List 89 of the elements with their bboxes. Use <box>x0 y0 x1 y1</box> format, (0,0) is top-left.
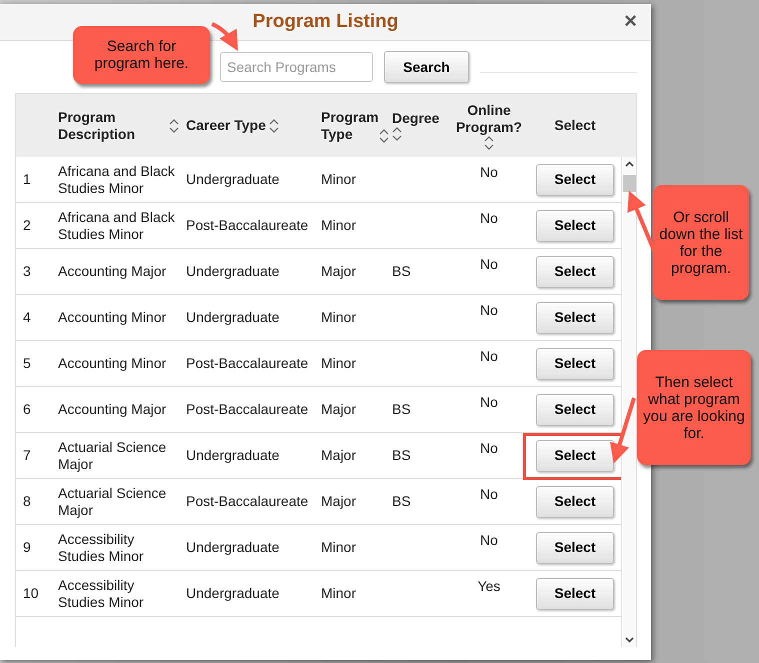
table-cell-text: 5 <box>22 355 32 372</box>
table-cell-text: Minor <box>320 309 358 326</box>
table-cell-text: No <box>479 164 499 181</box>
select-button[interactable]: Select <box>536 532 614 564</box>
column-header[interactable]: Program Description <box>58 108 166 142</box>
select-button[interactable]: Select <box>536 210 614 242</box>
table-cell-text: Major <box>320 263 358 280</box>
table-cell-text: 3 <box>22 263 32 280</box>
table-cell-text: Minor <box>320 585 358 602</box>
select-button[interactable]: Select <box>536 440 614 472</box>
sort-icon[interactable] <box>169 118 179 132</box>
table-cell-text: Minor <box>320 217 358 234</box>
table-cell-text: Undergraduate <box>185 309 280 326</box>
table-cell-text: Undergraduate <box>185 539 280 556</box>
table-cell-text: Post-Baccalaureate <box>185 217 310 234</box>
table-cell-text: 8 <box>22 493 32 510</box>
scroll-down-icon[interactable] <box>625 637 634 643</box>
table-cell-text: Undergraduate <box>185 447 280 464</box>
table-cell-text: 1 <box>22 171 32 188</box>
table-cell-text: Minor <box>320 539 358 556</box>
search-button[interactable]: Search <box>384 51 469 83</box>
table-cell-text: Africana and Black Studies Minor <box>57 208 176 242</box>
close-button[interactable]: × <box>624 10 637 32</box>
table-cell-text: Africana and Black Studies Minor <box>57 162 176 196</box>
table-cell-text: Accounting Minor <box>57 309 168 326</box>
table-cell-text: Minor <box>320 171 358 188</box>
select-button[interactable]: Select <box>536 164 614 196</box>
table-cell-text: Minor <box>320 355 358 372</box>
table-cell-text: BS <box>391 401 412 418</box>
table-cell-text: No <box>479 532 499 549</box>
table-cell-text: BS <box>391 447 412 464</box>
table-cell-text: Post-Baccalaureate <box>185 355 310 372</box>
sort-icon[interactable] <box>392 127 402 141</box>
table-cell-text: Major <box>320 493 358 510</box>
table-cell-text: Post-Baccalaureate <box>185 401 310 418</box>
column-header[interactable]: Career Type <box>186 117 266 134</box>
callout-note: Search for program here. <box>73 26 210 84</box>
table-cell-text: Accounting Major <box>57 401 168 418</box>
table-cell-text: Post-Baccalaureate <box>185 493 310 510</box>
table-cell-text: 7 <box>22 447 32 464</box>
annotation-arrow <box>211 22 238 51</box>
table-cell-text: No <box>479 302 499 319</box>
table-cell-text: Actuarial Science Major <box>57 438 168 472</box>
table-cell-text: No <box>479 394 499 411</box>
column-header[interactable]: Degree <box>392 110 440 127</box>
table-cell-text: Accounting Minor <box>57 355 168 372</box>
select-button[interactable]: Select <box>536 256 614 288</box>
table-cell-text: Undergraduate <box>185 171 280 188</box>
callout-note: Then select what program you are looking for. <box>637 350 751 465</box>
sort-icon[interactable] <box>268 118 279 132</box>
table-cell-text: No <box>479 486 499 503</box>
table-cell-text: Actuarial Science Major <box>57 484 168 518</box>
scroll-up-icon[interactable] <box>625 161 634 167</box>
table-cell-text: BS <box>391 263 412 280</box>
column-header[interactable]: Online Program? <box>449 102 529 136</box>
select-button[interactable]: Select <box>536 486 614 518</box>
select-button[interactable]: Select <box>536 578 614 610</box>
table-cell-text: Undergraduate <box>185 585 280 602</box>
dialog-title: Program Listing <box>252 10 398 34</box>
scrollbar-thumb[interactable] <box>623 175 636 192</box>
table-cell-text: No <box>479 256 499 273</box>
table-cell-text: 9 <box>22 539 32 556</box>
sort-icon[interactable] <box>484 136 494 150</box>
table-cell-text: Accessibility Studies Minor <box>57 530 145 564</box>
table-cell-text: Accessibility Studies Minor <box>57 576 145 610</box>
annotation-arrow <box>627 190 657 254</box>
table-cell-text: Yes <box>476 578 502 595</box>
table-cell-text: 10 <box>22 585 40 602</box>
column-header: Select <box>554 117 596 134</box>
select-button[interactable]: Select <box>536 348 614 380</box>
scrollbar[interactable] <box>621 157 636 647</box>
sort-icon[interactable] <box>378 128 389 142</box>
table-cell-text: Major <box>320 447 358 464</box>
table-cell-text: Major <box>320 401 358 418</box>
table-cell-text: No <box>479 348 499 365</box>
select-button[interactable]: Select <box>536 302 614 334</box>
table-cell-text: 4 <box>22 309 32 326</box>
table-cell-text: Undergraduate <box>185 263 280 280</box>
annotation-arrow <box>610 397 636 464</box>
table-cell-text: 2 <box>22 217 32 234</box>
table-cell-text: 6 <box>22 401 32 418</box>
callout-note: Or scroll down the list for the program. <box>653 185 749 300</box>
search-field[interactable]: Search Programs <box>220 52 373 82</box>
select-button[interactable]: Select <box>536 394 614 426</box>
table-cell-text: BS <box>391 493 412 510</box>
column-header[interactable]: Program Type <box>321 108 379 142</box>
table-cell-text: No <box>479 210 499 227</box>
table-cell-text: No <box>479 440 499 457</box>
table-cell-text: Accounting Major <box>57 263 168 280</box>
